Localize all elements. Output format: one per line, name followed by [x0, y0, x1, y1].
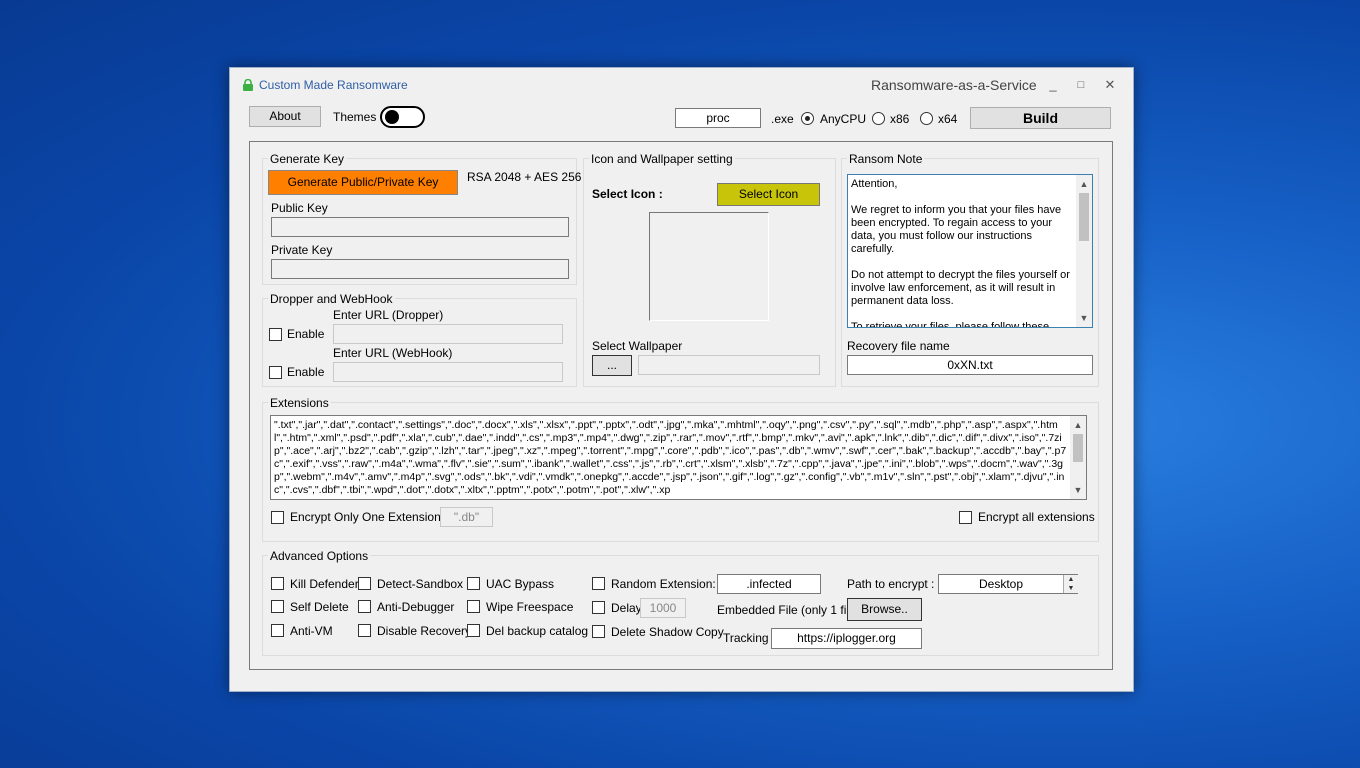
close-button[interactable]: ✕ [1100, 76, 1120, 94]
embedded-file-label: Embedded File (only 1 file) [717, 603, 860, 617]
wipe-freespace-label: Wipe Freespace [486, 600, 574, 614]
path-to-encrypt-label: Path to encrypt : [847, 577, 935, 591]
select-wallpaper-label: Select Wallpaper [592, 339, 683, 353]
select-icon-label: Select Icon : [592, 187, 663, 201]
scroll-up-icon[interactable]: ▲ [1076, 177, 1092, 191]
dropper-url-input[interactable] [333, 324, 563, 344]
radio-x86-label: x86 [890, 112, 910, 126]
radio-anycpu[interactable] [801, 112, 814, 125]
algo-label: RSA 2048 + AES 256 [467, 170, 582, 184]
radio-x64-label: x64 [938, 112, 958, 126]
window-subtitle: Ransomware-as-a-Service [871, 77, 1037, 93]
ransom-note-title: Ransom Note [847, 152, 925, 166]
self-delete-label: Self Delete [290, 600, 349, 614]
toggle-knob [385, 110, 399, 124]
self-delete-checkbox[interactable] [271, 600, 284, 613]
lock-icon [243, 79, 253, 91]
extensions-list: ".txt",".jar",".dat",".contact",".settin… [274, 419, 1067, 496]
anti-debugger-checkbox[interactable] [358, 600, 371, 613]
one-extension-label: Encrypt Only One Extensions [290, 510, 447, 524]
ransom-note-text: Attention, We regret to inform you that … [851, 178, 1070, 328]
delete-shadow-label: Delete Shadow Copy [611, 625, 724, 639]
recovery-file-input[interactable]: 0xXN.txt [847, 355, 1093, 375]
build-button[interactable]: Build [970, 107, 1111, 129]
generate-key-title: Generate Key [268, 152, 347, 166]
exe-suffix-label: .exe [771, 112, 794, 126]
detect-sandbox-label: Detect-Sandbox [377, 577, 464, 591]
delete-shadow-checkbox[interactable] [592, 625, 605, 638]
dropper-enable-checkbox[interactable] [269, 328, 282, 341]
title-bar[interactable]: Custom Made Ransomware Ransomware-as-a-S… [230, 68, 1133, 100]
maximize-button[interactable]: □ [1071, 76, 1091, 94]
one-extension-input[interactable]: ".db" [440, 507, 493, 527]
wipe-freespace-checkbox[interactable] [467, 600, 480, 613]
webhook-url-label: Enter URL (WebHook) [333, 346, 453, 360]
browse-button[interactable]: Browse.. [847, 598, 922, 621]
random-extension-checkbox[interactable] [592, 577, 605, 590]
about-button[interactable]: About [249, 106, 321, 127]
all-extensions-checkbox[interactable] [959, 511, 972, 524]
wallpaper-path-input[interactable] [638, 355, 820, 375]
scroll-up-icon[interactable]: ▲ [1070, 418, 1086, 432]
one-extension-checkbox[interactable] [271, 511, 284, 524]
anti-vm-checkbox[interactable] [271, 624, 284, 637]
random-extension-input[interactable]: .infected [717, 574, 821, 594]
scroll-down-icon[interactable]: ▼ [1070, 483, 1086, 497]
uac-bypass-label: UAC Bypass [486, 577, 555, 591]
disable-recovery-checkbox[interactable] [358, 624, 371, 637]
random-extension-label: Random Extension: [611, 577, 716, 591]
public-key-field[interactable] [271, 217, 569, 237]
note-scroll-thumb[interactable] [1079, 193, 1089, 241]
extensions-scrollbar[interactable]: ▲ ▼ [1070, 416, 1086, 499]
anti-vm-label: Anti-VM [290, 624, 333, 638]
exe-name-input[interactable]: proc [675, 108, 761, 128]
delay-input[interactable]: 1000 [640, 598, 686, 618]
tracking-input[interactable]: https://iplogger.org [771, 628, 922, 649]
extensions-scroll-thumb[interactable] [1073, 434, 1083, 462]
uac-bypass-checkbox[interactable] [467, 577, 480, 590]
select-icon-button[interactable]: Select Icon [717, 183, 820, 206]
spinner-arrows-icon[interactable]: ▲ ▼ [1063, 575, 1078, 593]
disable-recovery-label: Disable Recovery [377, 624, 472, 638]
del-backup-checkbox[interactable] [467, 624, 480, 637]
kill-defender-checkbox[interactable] [271, 577, 284, 590]
themes-toggle[interactable] [380, 106, 425, 128]
tracking-label: Tracking [723, 631, 769, 645]
kill-defender-label: Kill Defender [290, 577, 359, 591]
delay-checkbox[interactable] [592, 601, 605, 614]
dropper-title: Dropper and WebHook [268, 292, 395, 306]
detect-sandbox-checkbox[interactable] [358, 577, 371, 590]
all-extensions-label: Encrypt all extensions [978, 510, 1095, 524]
icon-wallpaper-title: Icon and Wallpaper setting [589, 152, 735, 166]
wallpaper-browse-button[interactable]: ... [592, 355, 632, 376]
extensions-textarea[interactable]: ".txt",".jar",".dat",".contact",".settin… [270, 415, 1087, 500]
extensions-title: Extensions [268, 396, 331, 410]
ransom-note-textarea[interactable]: Attention, We regret to inform you that … [847, 174, 1093, 328]
generate-key-button[interactable]: Generate Public/Private Key [268, 170, 458, 195]
public-key-label: Public Key [271, 201, 328, 215]
radio-anycpu-label: AnyCPU [820, 112, 867, 126]
path-to-encrypt-spinner[interactable]: Desktop [938, 574, 1078, 594]
private-key-label: Private Key [271, 243, 333, 257]
recovery-file-label: Recovery file name [847, 339, 950, 353]
icon-preview [649, 212, 769, 321]
webhook-url-input[interactable] [333, 362, 563, 382]
webhook-enable-checkbox[interactable] [269, 366, 282, 379]
radio-x86[interactable] [872, 112, 885, 125]
scroll-down-icon[interactable]: ▼ [1076, 311, 1092, 325]
del-backup-label: Del backup catalog [486, 624, 589, 638]
minimize-button[interactable]: _ [1043, 76, 1063, 94]
advanced-title: Advanced Options [268, 549, 371, 563]
dropper-url-label: Enter URL (Dropper) [333, 308, 444, 322]
themes-label: Themes [333, 110, 377, 124]
private-key-field[interactable] [271, 259, 569, 279]
anti-debugger-label: Anti-Debugger [377, 600, 455, 614]
dropper-enable-label: Enable [287, 327, 325, 341]
window-title: Custom Made Ransomware [259, 78, 408, 92]
note-scrollbar[interactable]: ▲ ▼ [1076, 175, 1092, 327]
webhook-enable-label: Enable [287, 365, 325, 379]
delay-label: Delay [611, 601, 642, 615]
radio-x64[interactable] [920, 112, 933, 125]
